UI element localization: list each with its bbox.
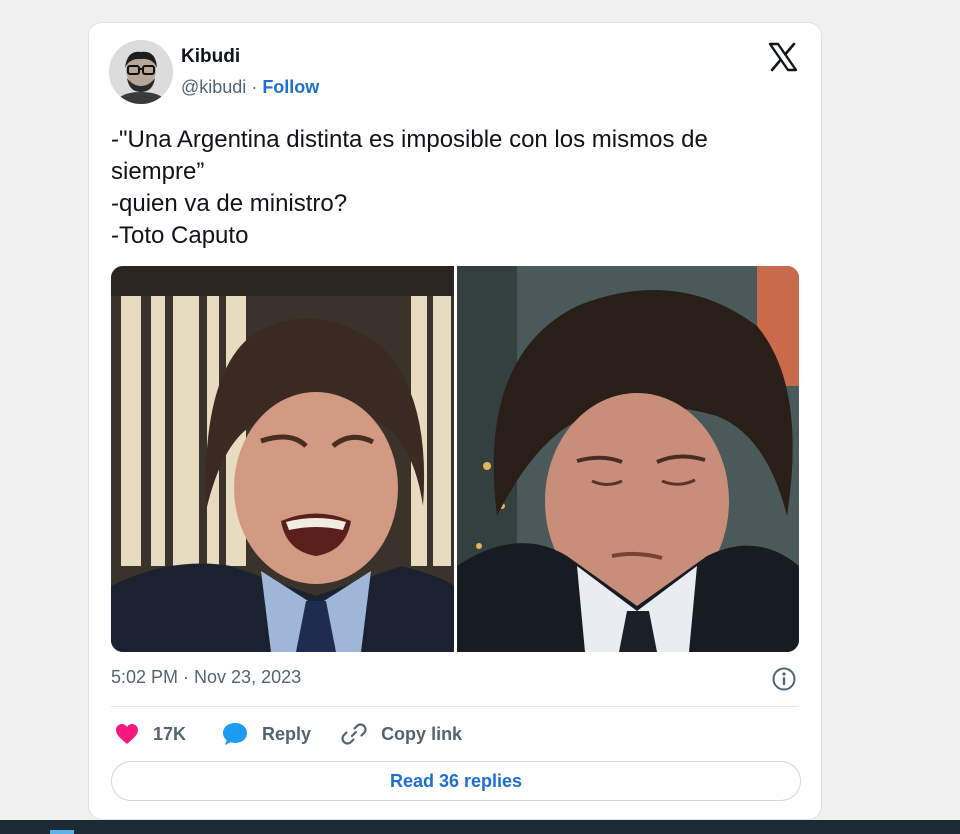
tweet-photo-left[interactable] (111, 266, 454, 652)
author-handle[interactable]: @kibudi (181, 77, 246, 97)
speech-bubble-icon (222, 722, 248, 746)
author-name[interactable]: Kibudi (181, 46, 240, 68)
handle-row: @kibudi · Follow (181, 77, 319, 98)
tweet-text-line: -quien va de ministro? (111, 190, 348, 217)
heart-icon (115, 723, 139, 745)
avatar[interactable] (109, 40, 173, 104)
tweet-text-line: -Toto Caputo (111, 222, 249, 249)
tweet-text-line: -"Una Argentina distinta es imposible co… (111, 126, 708, 153)
follow-button[interactable]: Follow (262, 77, 319, 97)
x-logo-icon[interactable] (767, 41, 799, 73)
action-bar: 17K Reply Copy link (115, 720, 462, 748)
read-replies-button[interactable]: Read 36 replies (111, 761, 801, 801)
copy-link-button[interactable]: Copy link (341, 721, 462, 747)
tweet-photo-right[interactable] (457, 266, 799, 652)
divider (111, 706, 799, 707)
info-icon[interactable] (771, 666, 797, 692)
tweet-text: -"Una Argentina distinta es imposible co… (111, 124, 801, 252)
link-icon (341, 721, 367, 747)
like-count: 17K (153, 723, 187, 744)
taskbar-app-icon[interactable] (50, 830, 74, 834)
like-button[interactable]: 17K (115, 723, 186, 745)
reply-label: Reply (262, 723, 312, 744)
tweet-timestamp[interactable]: 5:02 PM · Nov 23, 2023 (111, 667, 301, 688)
reply-button[interactable]: Reply (222, 722, 311, 746)
copy-link-label: Copy link (381, 723, 463, 744)
taskbar (0, 820, 960, 834)
tweet-text-line: siempre” (111, 158, 205, 185)
tweet-card: Kibudi @kibudi · Follow -"Una Argentina … (88, 22, 822, 820)
handle-separator: · (246, 77, 263, 97)
